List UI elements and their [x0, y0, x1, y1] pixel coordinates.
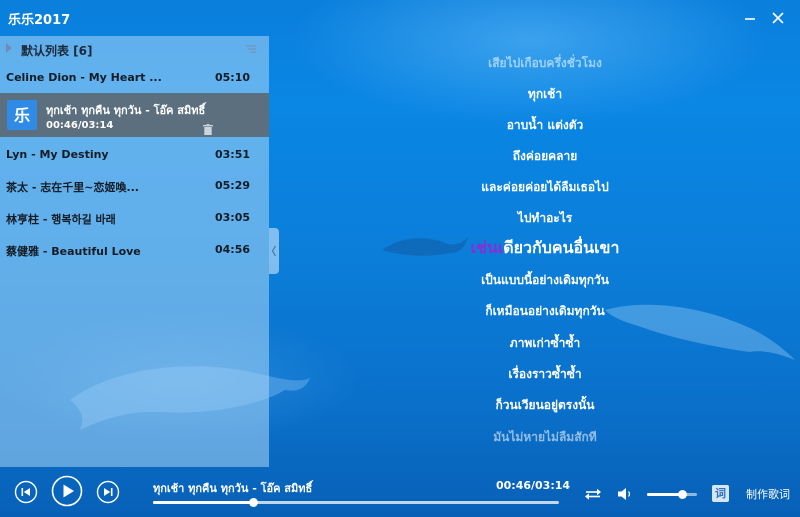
lyric-line: อาบน้ำ แต่งตัว [506, 118, 584, 132]
volume-icon [618, 488, 631, 500]
track-row[interactable]: Celine Dion - My Heart ... 05:10 [0, 62, 269, 94]
lyric-line: ก็เหมือนอย่างเดิมทุกวัน [485, 304, 605, 318]
lyric-line: เป็นแบบนี้อย่างเดิมทุกวัน [481, 273, 609, 287]
track-row[interactable]: 茶太 - 志在千里~恋姬喚... 05:29 [0, 170, 269, 202]
app-title: 乐乐2017 [8, 13, 71, 28]
lyric-line: เรื่องราวซ้ำซ้ำ [508, 367, 582, 381]
track-title: ทุกเช้า ทุกคืน ทุกวัน - โอ๊ค สมิทธิ์ [46, 104, 206, 117]
track-row[interactable]: 蔡健雅 - Beautiful Love 04:56 [0, 234, 269, 266]
close-button[interactable] [768, 8, 788, 28]
progress-fill [153, 501, 254, 504]
music-logo-icon: 乐 [14, 106, 30, 125]
track-title: Lyn - My Destiny [6, 148, 109, 161]
track-row[interactable]: Lyn - My Destiny 03:51 [0, 139, 269, 171]
track-duration: 05:10 [214, 71, 250, 84]
lyric-line: ภาพเก่าซ้ำซ้ำ [509, 336, 581, 350]
previous-button[interactable] [14, 480, 38, 508]
repeat-button[interactable] [584, 486, 602, 505]
now-playing-title: ทุกเช้า ทุกคืน ทุกวัน - โอ๊ค สมิทธิ์ [153, 482, 313, 495]
make-lyrics-link[interactable]: 制作歌词 [746, 486, 790, 502]
lyric-line: ก็วนเวียนอยู่ตรงนั้น [495, 398, 595, 412]
track-title: 茶太 - 志在千里~恋姬喚... [6, 181, 139, 194]
now-playing-time: 00:46/03:14 [496, 479, 571, 492]
track-duration: 04:56 [214, 243, 250, 256]
playlist-title: 默认列表 [6] [21, 44, 93, 58]
previous-icon [14, 480, 38, 504]
track-row[interactable]: 林亨柱 - 행복하길 바래 03:05 [0, 202, 269, 234]
lyrics-toggle-button[interactable]: 词 [712, 485, 729, 502]
next-icon [96, 480, 120, 504]
chevron-left-icon [271, 245, 277, 257]
lyric-line: ไปทำอะไร [517, 211, 573, 225]
volume-handle[interactable] [678, 490, 687, 499]
track-position: 00:46/03:14 [46, 120, 114, 131]
track-duration: 03:51 [214, 148, 250, 161]
next-button[interactable] [96, 480, 120, 508]
title-bar: 乐乐2017 [0, 0, 800, 36]
volume-button[interactable] [617, 486, 633, 505]
track-duration: 03:05 [214, 211, 250, 224]
progress-bar[interactable] [153, 498, 559, 507]
lyric-line: ทุกเช้า [527, 87, 563, 101]
trash-icon[interactable] [203, 124, 213, 135]
lyric-unsung-part: ดียวกับคนอื่นเขา [503, 238, 620, 257]
playlist-header[interactable]: 默认列表 [6] [0, 36, 269, 62]
lyric-line: มันไม่หายไม่ลืมสักที [493, 430, 597, 444]
player-controls: ทุกเช้า ทุกคืน ทุกวัน - โอ๊ค สมิทธิ์ 00:… [0, 467, 800, 517]
track-duration: 05:29 [214, 179, 250, 192]
progress-handle[interactable] [249, 498, 259, 507]
lyric-line: ถึงค่อยคลาย [512, 149, 578, 163]
track-title: Celine Dion - My Heart ... [6, 71, 162, 84]
playlist-panel: 默认列表 [6] Celine Dion - My Heart ... 05:1… [0, 36, 269, 467]
repeat-icon [585, 488, 601, 500]
lyric-line: เสียไปเกือบครึ่งชั่วโมง [488, 56, 602, 70]
collapse-panel-button[interactable] [269, 228, 279, 274]
track-title: 林亨柱 - 행복하길 바래 [6, 213, 116, 226]
minimize-icon [745, 18, 755, 20]
lyric-line-current: เช่นเดียวกับคนอื่นเขา [380, 236, 710, 261]
close-icon [772, 12, 784, 24]
volume-slider[interactable] [647, 490, 697, 499]
svg-text:乐: 乐 [14, 106, 30, 125]
volume-fill [647, 493, 682, 496]
lyric-line: และค่อยค่อยได้ลืมเธอไป [481, 180, 609, 194]
play-icon [51, 475, 83, 507]
track-row-playing[interactable]: 乐 ทุกเช้า ทุกคืน ทุกวัน - โอ๊ค สมิทธิ์ 0… [0, 93, 269, 137]
play-button[interactable] [51, 475, 83, 511]
list-menu-icon[interactable] [245, 44, 257, 54]
minimize-button[interactable] [740, 8, 760, 28]
track-title: 蔡健雅 - Beautiful Love [6, 245, 141, 258]
album-art: 乐 [7, 100, 37, 130]
lyric-sung-part: เช่นเ [470, 238, 504, 257]
expand-arrow-icon[interactable] [6, 43, 12, 53]
